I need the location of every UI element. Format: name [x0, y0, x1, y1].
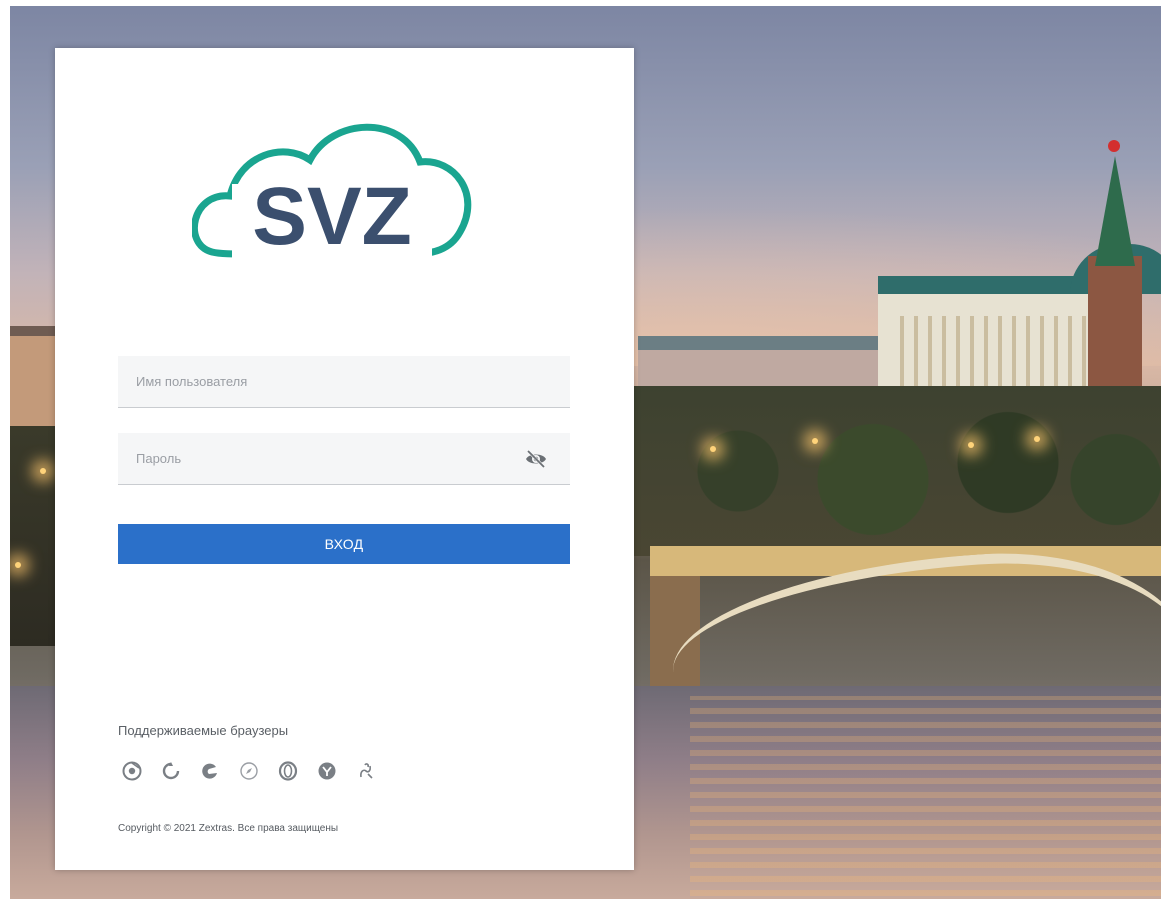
login-button[interactable]: ВХОД [118, 524, 570, 564]
firefox-icon [160, 760, 182, 782]
eye-slash-icon[interactable] [524, 448, 548, 470]
tower-star-icon [1108, 140, 1120, 152]
street-lamp [1034, 436, 1040, 442]
river-reflections [690, 696, 1161, 896]
opera-icon [277, 760, 299, 782]
password-input[interactable] [118, 433, 570, 484]
username-field[interactable] [118, 356, 570, 408]
login-panel: SVZ ВХОД Поддерживаемые браузеры [55, 48, 634, 870]
edge-icon [199, 760, 221, 782]
tower-spire [1095, 156, 1135, 266]
copyright-text: Copyright © 2021 Zextras. Все права защи… [118, 823, 339, 834]
logo-text: SVZ [252, 171, 411, 262]
password-field[interactable] [118, 433, 570, 485]
street-lamp [40, 468, 46, 474]
username-input[interactable] [118, 356, 570, 407]
tower-middle [1088, 256, 1142, 396]
chrome-icon [121, 760, 143, 782]
safari-icon [238, 760, 260, 782]
svz-logo: SVZ [192, 123, 472, 264]
brand-icon [355, 760, 377, 782]
browser-icons [121, 760, 377, 782]
street-lamp [710, 446, 716, 452]
street-lamp [15, 562, 21, 568]
street-lamp [812, 438, 818, 444]
supported-browsers-title: Поддерживаемые браузеры [118, 723, 289, 738]
street-lamp [968, 442, 974, 448]
trees [630, 386, 1161, 556]
yandex-icon [316, 760, 338, 782]
